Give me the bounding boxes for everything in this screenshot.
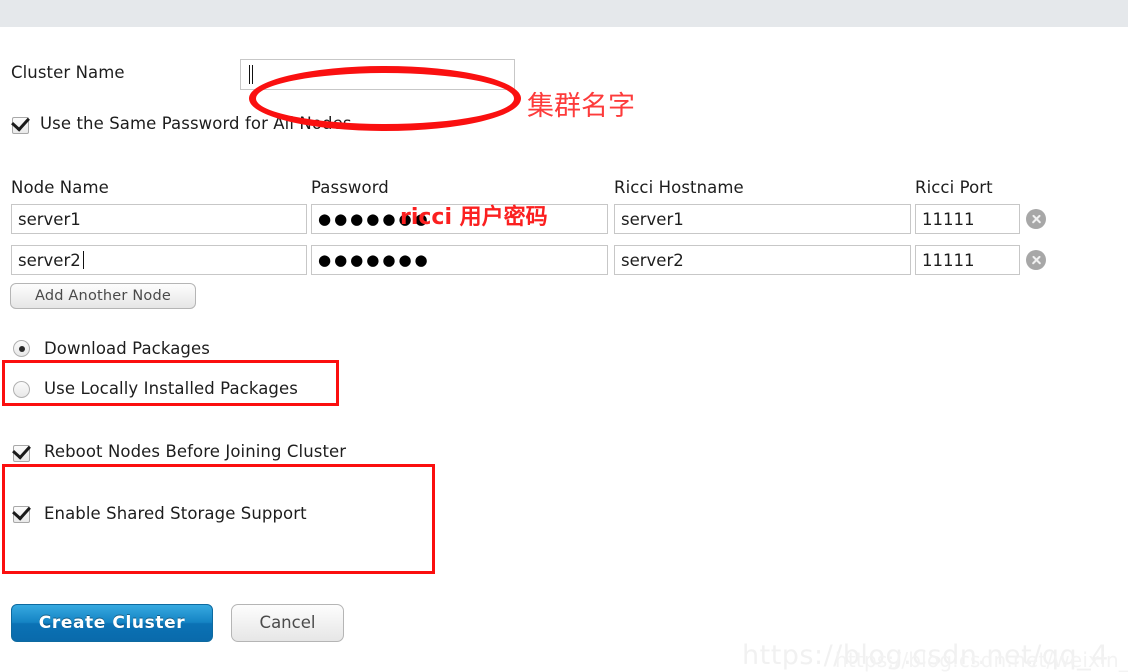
window-top-band: [0, 0, 1128, 27]
watermark-primary: https://blog.csdn.net/qq_4: [742, 640, 1109, 671]
node-name-input-1[interactable]: [11, 245, 307, 275]
cluster-name-input[interactable]: [240, 59, 515, 90]
node-port-input-0[interactable]: [915, 204, 1020, 234]
cancel-button[interactable]: Cancel: [231, 604, 344, 642]
cluster-name-label: Cluster Name: [11, 63, 125, 82]
column-header-node-name: Node Name: [11, 178, 109, 197]
text-caret-node-1: [83, 251, 84, 269]
column-header-ricci-hostname: Ricci Hostname: [614, 178, 744, 197]
add-another-node-button[interactable]: Add Another Node: [10, 283, 196, 309]
column-header-password: Password: [311, 178, 389, 197]
same-password-checkbox[interactable]: [12, 117, 29, 134]
download-packages-radio[interactable]: [13, 340, 30, 357]
reboot-nodes-checkbox[interactable]: [13, 445, 30, 462]
create-cluster-form: Cluster Name Use the Same Password for A…: [0, 27, 1128, 672]
node-password-input-1[interactable]: [311, 245, 608, 275]
remove-circle-icon[interactable]: [1026, 250, 1046, 270]
remove-circle-icon[interactable]: [1026, 209, 1046, 229]
watermark-secondary: https://blog.csdn.net/weixin_45674053: [835, 648, 1128, 672]
use-local-packages-label: Use Locally Installed Packages: [44, 379, 298, 398]
text-caret: [249, 65, 250, 84]
text-caret-secondary: [252, 65, 253, 84]
reboot-nodes-label: Reboot Nodes Before Joining Cluster: [44, 442, 347, 461]
download-packages-label: Download Packages: [44, 339, 210, 358]
create-cluster-button[interactable]: Create Cluster: [11, 604, 213, 642]
same-password-label: Use the Same Password for All Nodes: [40, 114, 352, 133]
shared-storage-label: Enable Shared Storage Support: [44, 504, 307, 523]
use-local-packages-radio[interactable]: [13, 381, 30, 398]
column-header-ricci-port: Ricci Port: [915, 178, 993, 197]
node-port-input-1[interactable]: [915, 245, 1020, 275]
node-hostname-input-1[interactable]: [614, 245, 911, 275]
node-password-input-0[interactable]: [311, 204, 608, 234]
shared-storage-checkbox[interactable]: [13, 506, 30, 523]
annotation-text-cluster-name: 集群名字: [527, 91, 635, 122]
node-hostname-input-0[interactable]: [614, 204, 911, 234]
node-name-input-0[interactable]: [11, 204, 307, 234]
